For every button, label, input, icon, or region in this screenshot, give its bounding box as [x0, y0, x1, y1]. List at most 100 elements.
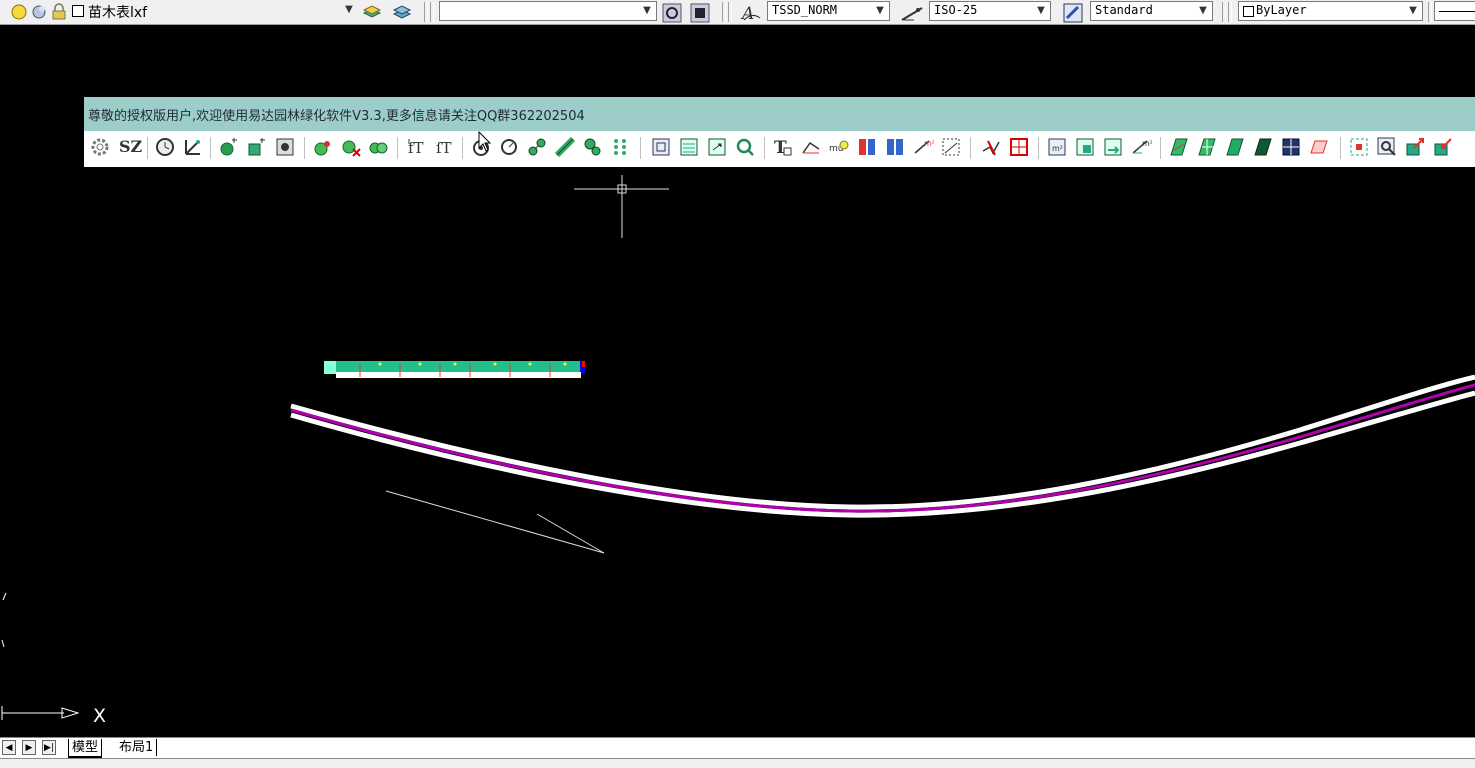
mirror-blue-icon[interactable]: [884, 136, 906, 158]
color-combo[interactable]: ByLayer ▼: [1238, 1, 1423, 21]
linetype-combo[interactable]: [1434, 1, 1475, 21]
tree-grid-icon[interactable]: [610, 136, 632, 158]
shrub-icon[interactable]: [312, 136, 334, 158]
area-line-icon[interactable]: m²: [1130, 136, 1153, 158]
area-transfer-icon[interactable]: [1102, 136, 1124, 158]
layer-on-icon[interactable]: [10, 3, 28, 21]
previous-layout-button[interactable]: ▶: [22, 740, 36, 755]
settings-gear-icon[interactable]: [662, 3, 682, 23]
tree-circle-icon[interactable]: [498, 136, 520, 158]
leader-line: [385, 490, 605, 554]
toolbar-separator: [424, 2, 428, 22]
empty-combo[interactable]: ▼: [439, 1, 657, 21]
label-tool-icon[interactable]: mu: [828, 136, 850, 158]
toolbar-separator: [397, 137, 398, 159]
zoom-search-icon[interactable]: [1376, 136, 1398, 158]
svg-text:m²: m²: [924, 139, 934, 148]
svg-text:m²: m²: [1142, 139, 1152, 148]
table-icon[interactable]: [650, 136, 672, 158]
text-arrange-icon[interactable]: fT: [405, 136, 427, 158]
ucs-x-label: X: [93, 705, 106, 727]
layer-manager-icon[interactable]: [362, 3, 382, 21]
toolbar-separator: [722, 2, 726, 22]
layer-previous-icon[interactable]: [392, 3, 412, 21]
color-swatch: [1243, 6, 1254, 17]
coordinate-icon[interactable]: [182, 136, 204, 158]
chevron-down-icon[interactable]: ▼: [1407, 5, 1419, 17]
first-layout-button[interactable]: ◀: [2, 740, 16, 755]
select-tool-icon[interactable]: [1348, 136, 1370, 158]
mirror-tool-icon[interactable]: [856, 136, 878, 158]
plant-array-icon[interactable]: [274, 136, 296, 158]
chevron-down-icon[interactable]: ▼: [1035, 5, 1047, 17]
text-style-icon[interactable]: A: [740, 3, 761, 24]
layer-name: 苗木表lxf: [88, 5, 148, 21]
plugin-panel: 尊敬的授权版用户,欢迎使用易达园林绿化软件V3.3,更多信息请关注QQ群3622…: [84, 97, 1475, 167]
toolbar-separator: [210, 137, 211, 159]
text-style-combo[interactable]: TSSD_NORM ▼: [767, 1, 890, 21]
shrub-group-icon[interactable]: [368, 136, 390, 158]
tab-layout1[interactable]: 布局1: [116, 739, 158, 756]
hatch-pink-icon[interactable]: [1308, 136, 1330, 158]
table-export-icon[interactable]: [706, 136, 728, 158]
hatch-blue-icon[interactable]: [1280, 136, 1302, 158]
text-edit-icon[interactable]: ſT: [433, 136, 455, 158]
text-tool-icon[interactable]: T: [772, 136, 794, 158]
toolbar-separator: [764, 137, 765, 159]
dim-style-combo[interactable]: ISO-25 ▼: [929, 1, 1051, 21]
hatch-green-icon[interactable]: [1168, 136, 1190, 158]
clock-icon[interactable]: [154, 136, 176, 158]
plant-legend-strip[interactable]: [324, 361, 585, 378]
area-box-icon[interactable]: [940, 136, 962, 158]
grid-red-icon[interactable]: [1008, 136, 1030, 158]
table-green-icon[interactable]: [678, 136, 700, 158]
plant-insert-icon[interactable]: [218, 136, 240, 158]
area-green-icon[interactable]: [1074, 136, 1096, 158]
last-layout-button[interactable]: ▶|: [42, 740, 56, 755]
svg-text:m²: m²: [1052, 144, 1063, 153]
layer-combo[interactable]: 苗木表lxf ▼: [70, 1, 358, 21]
toolbar-separator: [1228, 2, 1232, 22]
table-style-combo[interactable]: Standard ▼: [1090, 1, 1213, 21]
plugin-title: 尊敬的授权版用户,欢迎使用易达园林绿化软件V3.3,更多信息请关注QQ群3622…: [88, 109, 585, 124]
ucs-icon: [1, 592, 80, 720]
hatch-fill-icon[interactable]: [1224, 136, 1246, 158]
dim-style-icon[interactable]: [900, 3, 923, 21]
shrub-delete-icon[interactable]: [340, 136, 362, 158]
top-toolbar: 苗木表lxf ▼ ▼ A TSSD_NORM ▼ ISO-25 ▼ Standa…: [0, 0, 1475, 25]
tree-row-icon[interactable]: [554, 136, 576, 158]
leader-tool-icon[interactable]: [800, 136, 822, 158]
tab-model[interactable]: 模型: [68, 739, 103, 758]
plant-modify-icon[interactable]: [246, 136, 268, 158]
area-stat-icon[interactable]: m²: [1046, 136, 1068, 158]
hatch-dark-icon[interactable]: [1252, 136, 1274, 158]
tree-chain-icon[interactable]: [526, 136, 548, 158]
break-line-icon[interactable]: [980, 136, 1002, 158]
chevron-down-icon[interactable]: ▼: [343, 4, 355, 16]
color-value: ByLayer: [1256, 3, 1307, 17]
toolbar-separator: [147, 137, 148, 159]
toolbar-separator: [640, 137, 641, 159]
layout-tab-bar: ◀ ▶ ▶| 模型 布局1: [0, 737, 1475, 758]
chevron-down-icon[interactable]: ▼: [1197, 5, 1209, 17]
import-icon[interactable]: [1432, 136, 1454, 158]
layer-lock-icon[interactable]: [50, 3, 68, 21]
table-style-icon[interactable]: [1063, 3, 1083, 23]
chevron-down-icon[interactable]: ▼: [874, 5, 886, 17]
sz-button[interactable]: SZ: [117, 136, 143, 158]
export-icon[interactable]: [1404, 136, 1426, 158]
search-icon[interactable]: [734, 136, 756, 158]
svg-text:fT: fT: [408, 139, 424, 157]
tree-cluster-icon[interactable]: [582, 136, 604, 158]
toolbar-separator: [430, 2, 434, 22]
gear-icon[interactable]: [89, 136, 111, 158]
plugin-title-bar[interactable]: 尊敬的授权版用户,欢迎使用易达园林绿化软件V3.3,更多信息请关注QQ群3622…: [84, 97, 1475, 131]
block-icon[interactable]: [690, 3, 710, 23]
toolbar-separator: [1340, 137, 1341, 159]
layer-freeze-icon[interactable]: [30, 3, 48, 21]
hatch-grid-icon[interactable]: [1196, 136, 1218, 158]
area-label-icon[interactable]: m²: [912, 136, 935, 158]
toolbar-separator: [728, 2, 732, 22]
chevron-down-icon[interactable]: ▼: [641, 5, 653, 17]
crosshair-cursor-icon: [574, 175, 669, 238]
